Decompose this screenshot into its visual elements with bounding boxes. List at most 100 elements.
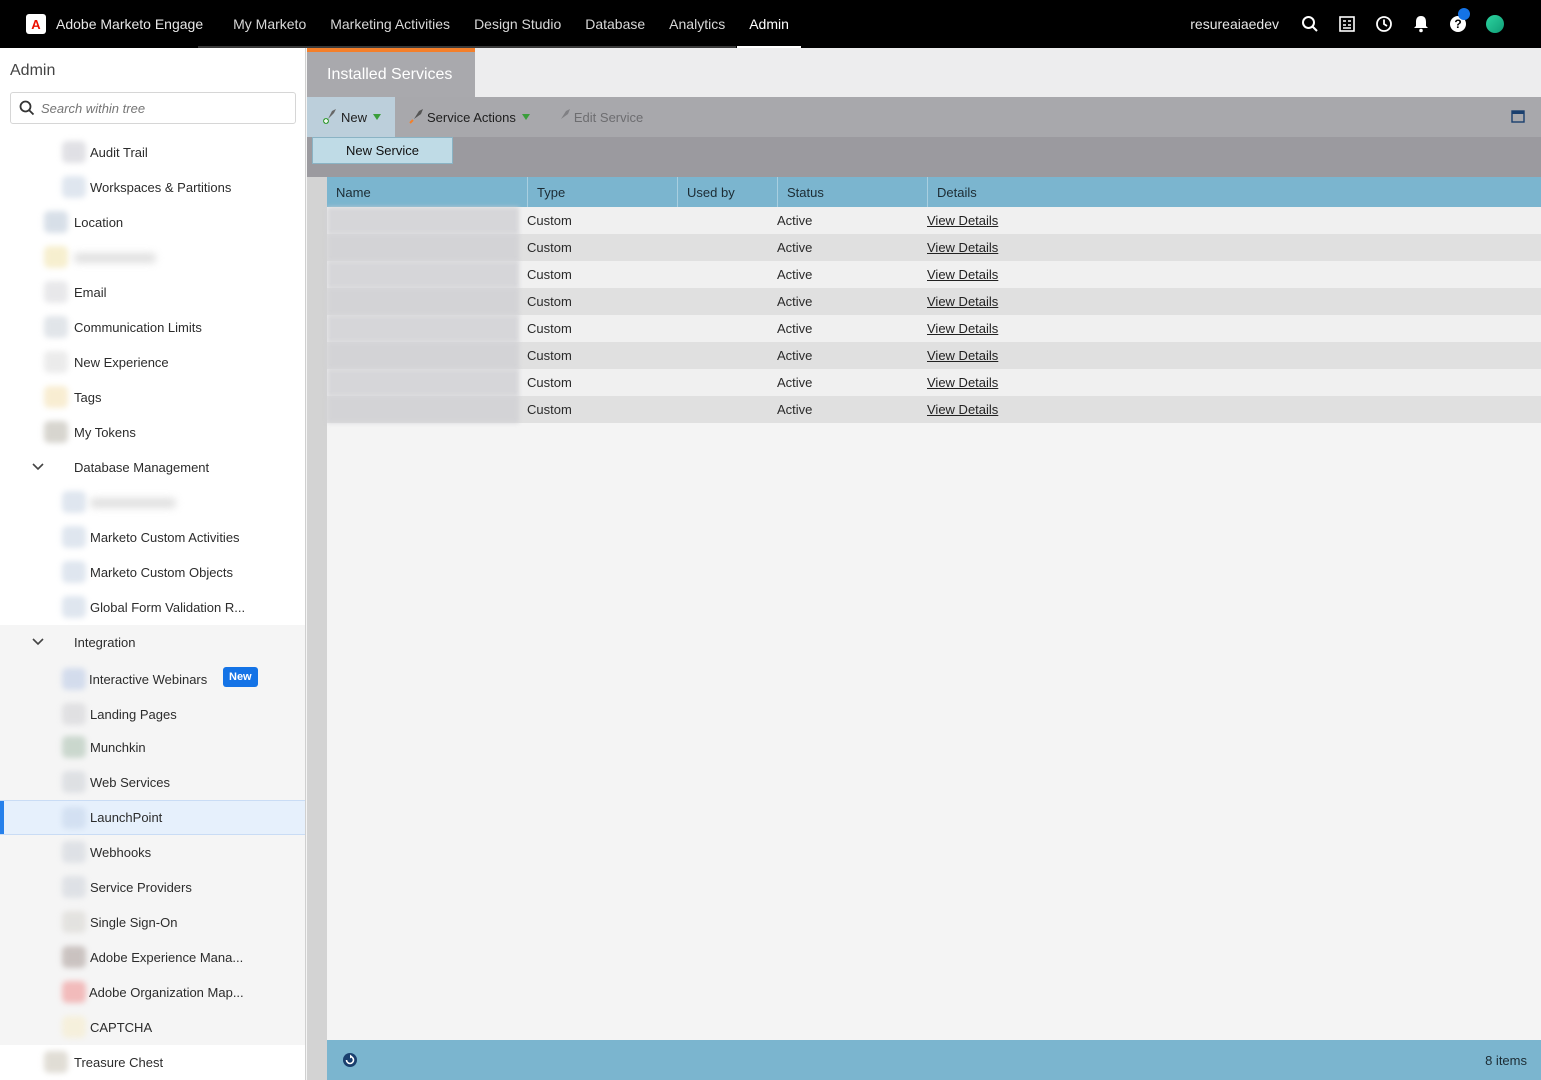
blurred-name — [327, 207, 519, 234]
tree-icon — [62, 841, 86, 863]
blurred-name — [327, 342, 519, 369]
service-actions-button[interactable]: Service Actions — [395, 97, 542, 137]
tree-item-adobe-org-mapping[interactable]: Adobe Organization Map... — [0, 975, 305, 1010]
admin-sidebar: Admin Audit Trail Workspaces & Partition… — [0, 48, 306, 1080]
new-button[interactable]: New — [307, 97, 396, 137]
edit-rocket-icon — [556, 109, 570, 123]
history-icon[interactable] — [1365, 0, 1402, 48]
cell-details: View Details — [919, 369, 1219, 396]
tree-item-landing-pages[interactable]: Landing Pages — [0, 698, 305, 730]
tree-item-custom-objects[interactable]: Marketo Custom Objects — [0, 555, 305, 590]
tree-item-launchpoint[interactable]: LaunchPoint — [0, 800, 305, 835]
task-list-icon[interactable] — [1328, 0, 1365, 48]
tree-item-tags[interactable]: Tags — [0, 380, 305, 415]
new-service-menu-item[interactable]: New Service — [312, 137, 453, 164]
column-header-details[interactable]: Details — [928, 177, 1541, 207]
tree-item-database-management[interactable]: Database Management — [0, 450, 305, 485]
tree-item-communication-limits[interactable]: Communication Limits — [0, 310, 305, 345]
help-icon[interactable]: ? — [1439, 0, 1476, 48]
tree-item-location[interactable]: Location — [0, 205, 305, 240]
table-row[interactable]: Custom Active View Details — [327, 396, 1541, 423]
table-row[interactable]: Custom Active View Details — [327, 261, 1541, 288]
view-details-link[interactable]: View Details — [927, 348, 998, 363]
dropdown-arrow-icon — [373, 114, 382, 120]
cell-type: Custom — [527, 294, 572, 309]
table-row[interactable]: Custom Active View Details — [327, 207, 1541, 234]
view-details-link[interactable]: View Details — [927, 213, 998, 228]
cell-status: Active — [777, 267, 813, 282]
column-header-type[interactable]: Type — [528, 177, 678, 207]
nav-analytics[interactable]: Analytics — [657, 0, 737, 48]
search-icon[interactable] — [1291, 0, 1328, 48]
bell-icon[interactable] — [1402, 0, 1439, 48]
cell-status: Active — [777, 402, 813, 417]
view-details-link[interactable]: View Details — [927, 294, 998, 309]
tree-item-hidden-2[interactable] — [0, 485, 305, 520]
blurred-label — [90, 498, 176, 508]
table-row[interactable]: Custom Active View Details — [327, 315, 1541, 342]
nav-design-studio[interactable]: Design Studio — [462, 0, 573, 48]
tree-item-single-sign-on[interactable]: Single Sign-On — [0, 905, 305, 940]
tree-item-web-services[interactable]: Web Services — [0, 765, 305, 800]
adobe-logo-icon[interactable]: A — [26, 14, 46, 34]
tab-installed-services[interactable]: Installed Services — [307, 48, 475, 97]
tree-search-input[interactable] — [41, 100, 281, 116]
nav-admin[interactable]: Admin — [737, 0, 801, 48]
cell-type: Custom — [527, 267, 572, 282]
tree-icon — [44, 316, 68, 338]
main-panel: Installed Services New Service Actions E… — [307, 48, 1541, 1080]
services-grid: Name Type Used by Status Details Custom A… — [307, 177, 1541, 1080]
view-details-link[interactable]: View Details — [927, 375, 998, 390]
column-header-used-by[interactable]: Used by — [678, 177, 778, 207]
item-count: 8 items — [1485, 1052, 1527, 1068]
admin-tree: Audit Trail Workspaces & Partitions Loca… — [0, 135, 305, 1080]
tree-item-captcha[interactable]: CAPTCHA — [0, 1010, 305, 1045]
tree-item-workspaces[interactable]: Workspaces & Partitions — [0, 170, 305, 205]
nav-marketing-activities[interactable]: Marketing Activities — [318, 0, 462, 48]
tree-icon — [44, 386, 68, 408]
cell-type: Custom — [527, 240, 572, 255]
view-details-link[interactable]: View Details — [927, 240, 998, 255]
edit-service-button[interactable]: Edit Service — [542, 97, 655, 137]
tree-item-custom-activities[interactable]: Marketo Custom Activities — [0, 520, 305, 555]
tree-item-audit-trail[interactable]: Audit Trail — [0, 135, 305, 170]
tree-search[interactable] — [10, 92, 296, 124]
nav-database[interactable]: Database — [573, 0, 657, 48]
tree-item-adobe-experience-manager[interactable]: Adobe Experience Mana... — [0, 940, 305, 975]
view-details-link[interactable]: View Details — [927, 402, 998, 417]
table-row[interactable]: Custom Active View Details — [327, 342, 1541, 369]
chevron-down-icon[interactable] — [31, 635, 45, 649]
view-details-link[interactable]: View Details — [927, 321, 998, 336]
tree-item-interactive-webinars[interactable]: Interactive Webinars New — [0, 660, 305, 698]
table-row[interactable]: Custom Active View Details — [327, 288, 1541, 315]
view-details-link[interactable]: View Details — [927, 267, 998, 282]
nav-my-marketo[interactable]: My Marketo — [221, 0, 318, 48]
cell-used-by — [669, 207, 769, 234]
tree-item-integration[interactable]: Integration — [0, 625, 305, 660]
tree-item-webhooks[interactable]: Webhooks — [0, 835, 305, 870]
username[interactable]: resureaiaedev — [1190, 16, 1279, 32]
tree-item-form-validation[interactable]: Global Form Validation R... — [0, 590, 305, 625]
tree-item-service-providers[interactable]: Service Providers — [0, 870, 305, 905]
blurred-name — [327, 234, 519, 261]
tree-item-my-tokens[interactable]: My Tokens — [0, 415, 305, 450]
table-row[interactable]: Custom Active View Details — [327, 369, 1541, 396]
tree-item-munchkin[interactable]: Munchkin — [0, 730, 305, 765]
tab-bar: Installed Services — [307, 48, 1541, 97]
tree-item-email[interactable]: Email — [0, 275, 305, 310]
tree-icon — [44, 281, 68, 303]
tree-icon — [44, 1051, 68, 1073]
user-avatar[interactable] — [1476, 0, 1513, 48]
tree-icon — [44, 421, 68, 443]
chevron-down-icon[interactable] — [31, 460, 45, 474]
maximize-icon[interactable] — [1511, 109, 1525, 123]
tree-icon — [62, 596, 86, 618]
table-row[interactable]: Custom Active View Details — [327, 234, 1541, 261]
tree-item-treasure-chest[interactable]: Treasure Chest — [0, 1045, 305, 1080]
cell-type: Custom — [527, 213, 572, 228]
tree-item-hidden[interactable] — [0, 240, 305, 275]
tree-item-new-experience[interactable]: New Experience — [0, 345, 305, 380]
column-header-name[interactable]: Name — [327, 177, 528, 207]
column-header-status[interactable]: Status — [778, 177, 928, 207]
refresh-icon[interactable] — [342, 1052, 358, 1068]
